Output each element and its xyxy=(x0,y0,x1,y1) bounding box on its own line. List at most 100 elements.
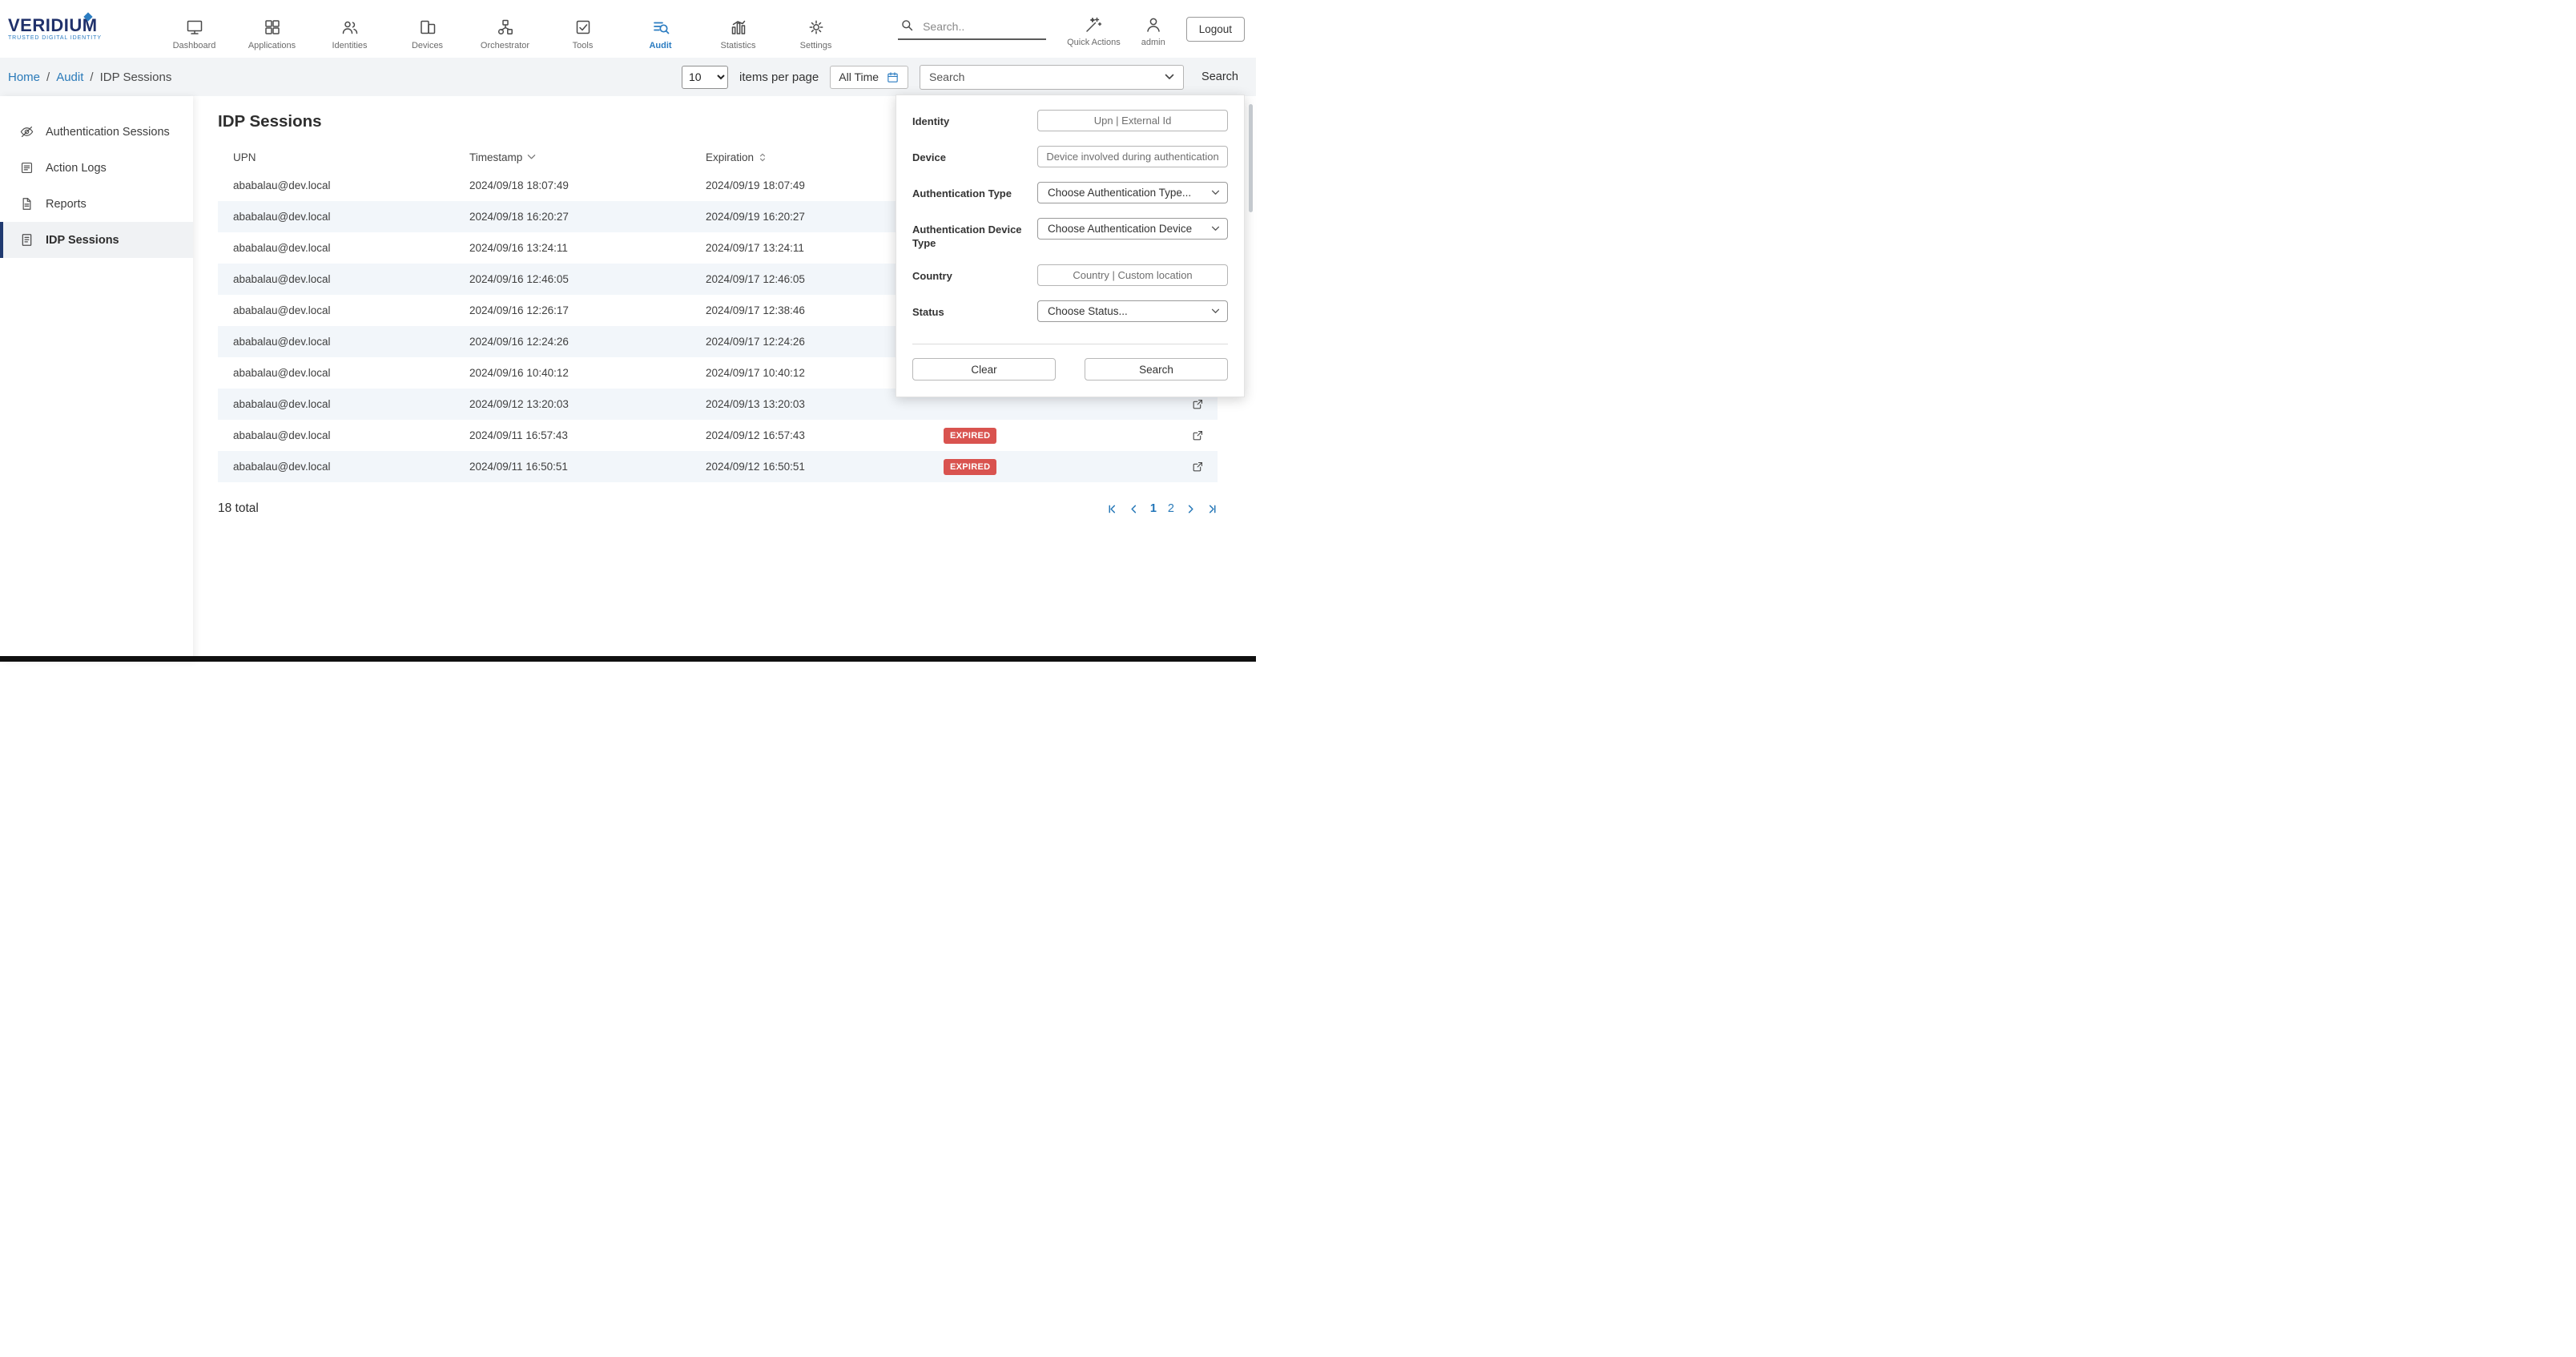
items-per-page-select[interactable]: 10 xyxy=(682,66,728,89)
filter-row-identity: Identity xyxy=(912,110,1228,131)
filter-label-authentication-device-type: Authentication Device Type xyxy=(912,218,1037,250)
sidebar-item-idp-sessions[interactable]: IDP Sessions xyxy=(0,222,193,258)
table-footer: 18 total 1 2 xyxy=(218,501,1218,516)
bottom-edge-bar xyxy=(0,656,1256,662)
chevron-down-icon xyxy=(1165,74,1174,80)
nav-item-statistics[interactable]: Statistics xyxy=(699,8,777,50)
sort-updown-icon xyxy=(759,151,767,163)
sidebar-item-authentication-sessions[interactable]: Authentication Sessions xyxy=(0,114,193,150)
cell-timestamp: 2024/09/12 13:20:03 xyxy=(454,398,690,410)
cell-upn: ababalau@dev.local xyxy=(218,211,454,223)
filter-search-button[interactable]: Search xyxy=(1085,358,1228,381)
table-row[interactable]: ababalau@dev.local 2024/09/11 16:50:51 2… xyxy=(218,451,1218,482)
cell-expiration: 2024/09/17 13:24:11 xyxy=(690,242,927,254)
nav-item-orchestrator[interactable]: Orchestrator xyxy=(466,8,544,50)
cell-expiration: 2024/09/19 16:20:27 xyxy=(690,211,927,223)
cell-timestamp: 2024/09/11 16:50:51 xyxy=(454,461,690,473)
nav-item-devices[interactable]: Devices xyxy=(388,8,466,50)
applications-icon xyxy=(263,18,282,37)
cell-timestamp: 2024/09/11 16:57:43 xyxy=(454,429,690,441)
scrollbar-thumb[interactable] xyxy=(1249,104,1253,212)
page-number-1[interactable]: 1 xyxy=(1150,502,1157,515)
previous-page-icon[interactable] xyxy=(1129,504,1139,514)
cell-actions xyxy=(1163,460,1218,473)
chevron-down-icon xyxy=(1211,308,1220,314)
filter-label-status: Status xyxy=(912,300,1037,319)
column-header-timestamp[interactable]: Timestamp xyxy=(454,151,690,163)
pagination: 1 2 xyxy=(1107,502,1218,515)
cell-expiration: 2024/09/17 10:40:12 xyxy=(690,367,927,379)
external-link-icon[interactable] xyxy=(1191,397,1205,411)
external-link-icon[interactable] xyxy=(1191,429,1205,442)
nav-item-dashboard[interactable]: Dashboard xyxy=(155,8,233,50)
nav-item-tools[interactable]: Tools xyxy=(544,8,622,50)
country-input[interactable] xyxy=(1037,264,1228,286)
last-page-icon[interactable] xyxy=(1207,504,1218,514)
nav-item-applications[interactable]: Applications xyxy=(233,8,311,50)
logo-tagline: TRUSTED DIGITAL IDENTITY xyxy=(8,35,128,41)
authentication-type-select[interactable]: Choose Authentication Type... xyxy=(1037,182,1228,203)
audit-icon xyxy=(651,18,670,37)
column-header-expiration[interactable]: Expiration xyxy=(690,151,927,163)
nav-item-audit[interactable]: Audit xyxy=(622,8,699,50)
breadcrumb-separator: / xyxy=(46,70,50,84)
audit-search-dropdown[interactable]: Search xyxy=(920,65,1184,90)
page-number-2[interactable]: 2 xyxy=(1168,502,1174,515)
clear-button[interactable]: Clear xyxy=(912,358,1056,381)
chevron-down-icon xyxy=(1211,190,1220,195)
external-link-icon[interactable] xyxy=(1191,460,1205,473)
logout-button[interactable]: Logout xyxy=(1186,17,1245,42)
column-header-upn[interactable]: UPN xyxy=(218,151,454,163)
calendar-icon xyxy=(886,70,900,84)
cell-expiration: 2024/09/17 12:24:26 xyxy=(690,336,927,348)
global-search-input[interactable] xyxy=(923,20,1035,33)
cell-timestamp: 2024/09/16 12:24:26 xyxy=(454,336,690,348)
cell-timestamp: 2024/09/16 12:26:17 xyxy=(454,304,690,316)
nav-item-identities[interactable]: Identities xyxy=(311,8,388,50)
nav-item-settings[interactable]: Settings xyxy=(777,8,855,50)
first-page-icon[interactable] xyxy=(1107,504,1117,514)
user-icon xyxy=(1144,15,1163,34)
identity-input[interactable] xyxy=(1037,110,1228,131)
cell-expiration: 2024/09/19 18:07:49 xyxy=(690,179,927,191)
status-badge: EXPIRED xyxy=(944,428,996,444)
cell-upn: ababalau@dev.local xyxy=(218,367,454,379)
filter-row-device: Device xyxy=(912,146,1228,167)
breadcrumb-current: IDP Sessions xyxy=(100,70,172,84)
cell-timestamp: 2024/09/16 12:46:05 xyxy=(454,273,690,285)
search-icon xyxy=(900,18,915,33)
filter-row-authentication-type: Authentication Type Choose Authenticatio… xyxy=(912,182,1228,203)
sidebar-item-reports[interactable]: Reports xyxy=(0,186,193,222)
table-row[interactable]: ababalau@dev.local 2024/09/11 16:57:43 2… xyxy=(218,420,1218,451)
cell-actions xyxy=(1163,429,1218,442)
cell-expiration: 2024/09/13 13:20:03 xyxy=(690,398,927,410)
toolbar-search-button[interactable]: Search xyxy=(1195,70,1245,83)
breadcrumb-separator: / xyxy=(90,70,93,84)
cell-upn: ababalau@dev.local xyxy=(218,179,454,191)
idp-sessions-icon xyxy=(19,232,34,248)
cell-upn: ababalau@dev.local xyxy=(218,273,454,285)
breadcrumb-audit[interactable]: Audit xyxy=(56,70,83,84)
status-select[interactable]: Choose Status... xyxy=(1037,300,1228,322)
user-menu[interactable]: admin xyxy=(1141,10,1165,47)
cell-timestamp: 2024/09/18 18:07:49 xyxy=(454,179,690,191)
authentication-device-type-select[interactable]: Choose Authentication Device xyxy=(1037,218,1228,240)
next-page-icon[interactable] xyxy=(1185,504,1196,514)
dashboard-icon xyxy=(185,18,204,37)
breadcrumb-home[interactable]: Home xyxy=(8,70,40,84)
settings-icon xyxy=(807,18,826,37)
main-nav: Dashboard Applications Identities Device… xyxy=(155,8,855,50)
global-search[interactable] xyxy=(898,18,1046,40)
cell-timestamp: 2024/09/16 13:24:11 xyxy=(454,242,690,254)
veridium-logo[interactable]: VERIDIUM TRUSTED DIGITAL IDENTITY xyxy=(8,17,128,41)
chevron-down-icon xyxy=(1211,226,1220,232)
quick-actions-button[interactable]: Quick Actions xyxy=(1067,10,1121,47)
cell-expiration: 2024/09/17 12:46:05 xyxy=(690,273,927,285)
magic-wand-icon xyxy=(1084,15,1103,34)
sidebar-item-action-logs[interactable]: Action Logs xyxy=(0,150,193,186)
eye-off-icon xyxy=(19,124,34,139)
cell-upn: ababalau@dev.local xyxy=(218,336,454,348)
filter-label-identity: Identity xyxy=(912,110,1037,128)
time-filter-button[interactable]: All Time xyxy=(830,66,908,89)
device-input[interactable] xyxy=(1037,146,1228,167)
